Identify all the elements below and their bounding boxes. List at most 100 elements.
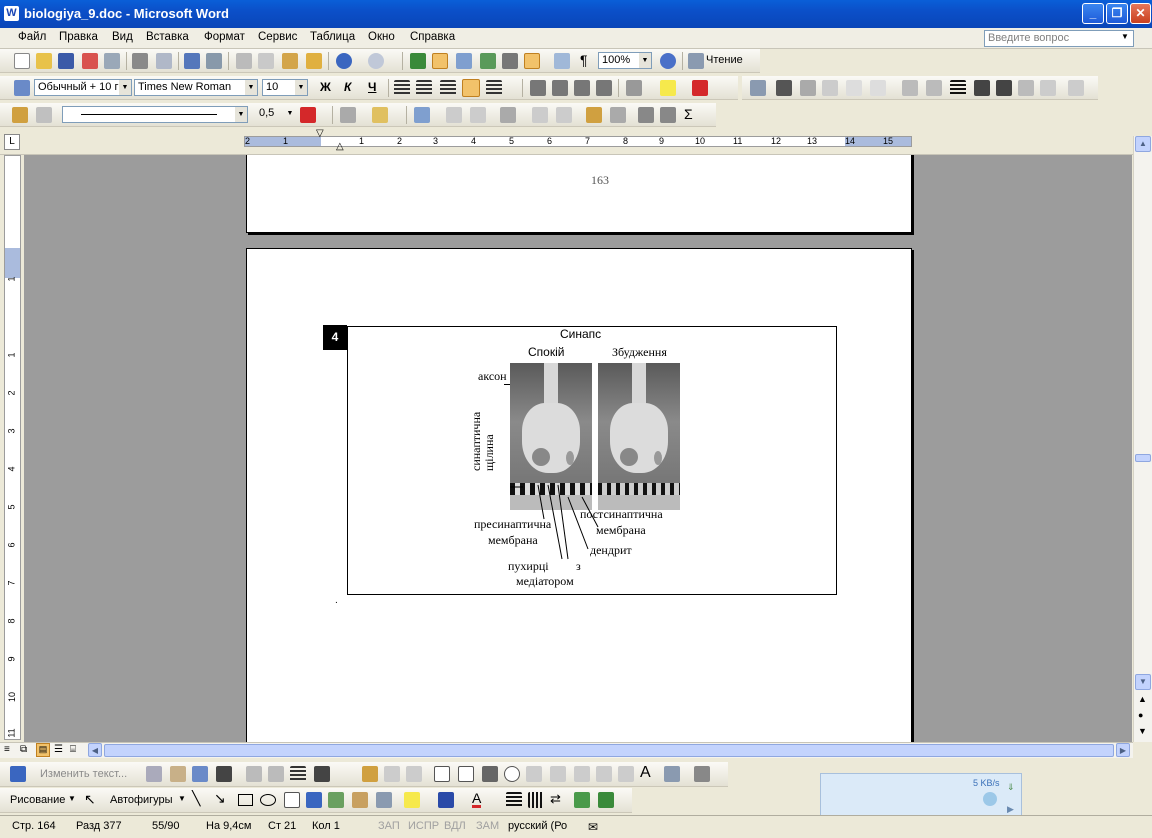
synapse-figure[interactable]: Синапс Спокій Збудження аксон синаптична… bbox=[347, 326, 837, 595]
vertical-scrollbar[interactable]: ▲ ▼ ▲ ● ▼ bbox=[1133, 136, 1152, 742]
email-icon[interactable] bbox=[104, 53, 120, 69]
autoformat-table-icon[interactable] bbox=[586, 107, 602, 123]
autoshapes-button[interactable]: Автофигуры bbox=[110, 794, 173, 806]
save-icon[interactable] bbox=[58, 53, 74, 69]
next-page-icon[interactable]: ▼ bbox=[1138, 726, 1147, 736]
less-contrast-icon[interactable] bbox=[822, 80, 838, 96]
distribute-rows-icon[interactable] bbox=[532, 107, 548, 123]
restore-button[interactable]: ❐ bbox=[1106, 3, 1128, 24]
tab-selector[interactable]: L bbox=[4, 134, 20, 150]
picture-tool-icon[interactable] bbox=[376, 792, 392, 808]
increase-indent-icon[interactable] bbox=[596, 80, 612, 96]
print-icon[interactable] bbox=[132, 53, 148, 69]
more-contrast-icon[interactable] bbox=[800, 80, 816, 96]
split-cells-icon[interactable] bbox=[470, 107, 486, 123]
menu-window[interactable]: Окно bbox=[368, 31, 395, 43]
zoom-combo[interactable]: 100% ▼ bbox=[598, 52, 652, 69]
spin-control-icon[interactable] bbox=[596, 766, 612, 782]
more-brightness-icon[interactable] bbox=[846, 80, 862, 96]
normal-view-icon[interactable]: ≡ bbox=[4, 744, 10, 755]
line-style-combo[interactable]: ▼ bbox=[62, 106, 248, 123]
menu-view[interactable]: Вид bbox=[112, 31, 133, 43]
clipart-tool-icon[interactable] bbox=[352, 792, 368, 808]
word-app-icon[interactable]: W bbox=[4, 6, 19, 21]
line-style-tool-icon[interactable] bbox=[506, 792, 522, 808]
wordart-vertical-icon[interactable] bbox=[268, 766, 284, 782]
format-wordart-icon[interactable] bbox=[170, 766, 186, 782]
menu-format[interactable]: Формат bbox=[204, 31, 245, 43]
drawing-icon[interactable] bbox=[524, 53, 540, 69]
scroll-left-button[interactable]: ◀ bbox=[88, 743, 102, 757]
numbering-icon[interactable] bbox=[530, 80, 546, 96]
tables-borders-icon[interactable] bbox=[432, 53, 448, 69]
menu-insert[interactable]: Вставка bbox=[146, 31, 189, 43]
view-code-icon[interactable] bbox=[406, 766, 422, 782]
wordart-tool-icon[interactable] bbox=[306, 792, 322, 808]
rectangle-tool-icon[interactable] bbox=[238, 794, 253, 806]
format-picture-icon[interactable] bbox=[1018, 80, 1034, 96]
page-current[interactable]: 4 Синапс Спокій Збудження аксон синаптич… bbox=[246, 248, 912, 742]
menu-edit[interactable]: Правка bbox=[59, 31, 98, 43]
status-track-changes[interactable]: ИСПР bbox=[408, 820, 439, 832]
help-question-input[interactable]: Введите вопрос bbox=[984, 30, 1134, 47]
arrow-style-icon[interactable]: ⇄ bbox=[550, 791, 561, 807]
status-record[interactable]: ЗАП bbox=[378, 820, 400, 832]
scrollbar-control-icon[interactable] bbox=[618, 766, 634, 782]
permission-icon[interactable] bbox=[82, 53, 98, 69]
styles-pane-icon[interactable] bbox=[14, 80, 30, 96]
decrease-indent-icon[interactable] bbox=[574, 80, 590, 96]
select-browse-object-icon[interactable]: ● bbox=[1138, 710, 1143, 720]
label-control-icon[interactable]: A bbox=[640, 764, 651, 782]
drawing-font-color-icon[interactable]: A bbox=[472, 791, 482, 808]
more-controls-icon[interactable] bbox=[694, 766, 710, 782]
compress-pictures-icon[interactable] bbox=[974, 80, 990, 96]
justify-icon[interactable] bbox=[462, 79, 480, 97]
border-color-icon[interactable] bbox=[300, 107, 316, 123]
align-center-icon[interactable] bbox=[416, 80, 432, 96]
oval-tool-icon[interactable] bbox=[260, 794, 276, 806]
research-icon[interactable] bbox=[206, 53, 222, 69]
vertical-ruler[interactable]: 1 1 2 3 4 5 6 7 8 9 10 11 bbox=[4, 155, 21, 740]
sort-descending-icon[interactable] bbox=[660, 107, 676, 123]
checkbox-control-icon[interactable] bbox=[434, 766, 450, 782]
paste-icon[interactable] bbox=[282, 53, 298, 69]
reading-view-icon[interactable]: ⌸ bbox=[70, 744, 76, 755]
bold-button[interactable]: Ж bbox=[320, 80, 331, 94]
cut-icon[interactable] bbox=[236, 53, 252, 69]
3d-style-icon[interactable] bbox=[598, 792, 614, 808]
outside-border-icon[interactable] bbox=[340, 107, 356, 123]
set-transparent-icon[interactable] bbox=[1040, 80, 1056, 96]
borders-icon[interactable] bbox=[626, 80, 642, 96]
italic-button[interactable]: К bbox=[344, 80, 351, 94]
redo-icon[interactable] bbox=[368, 53, 384, 69]
scroll-down-button[interactable]: ▼ bbox=[1135, 674, 1151, 690]
line-style-icon[interactable] bbox=[950, 80, 966, 96]
bullets-icon[interactable] bbox=[552, 80, 568, 96]
horizontal-ruler[interactable]: L 2 1 1 2 3 4 5 6 7 8 9 10 11 12 13 14 1… bbox=[0, 128, 1152, 155]
eraser-icon[interactable] bbox=[36, 107, 52, 123]
minimize-button[interactable]: _ bbox=[1082, 3, 1104, 24]
align-right-icon[interactable] bbox=[440, 80, 456, 96]
hyperlink-icon[interactable] bbox=[410, 53, 426, 69]
insert-excel-icon[interactable] bbox=[480, 53, 496, 69]
wordart-same-height-icon[interactable] bbox=[246, 766, 262, 782]
line-spacing-icon[interactable] bbox=[486, 80, 502, 96]
align-cell-icon[interactable] bbox=[500, 107, 516, 123]
close-button[interactable]: ✕ bbox=[1130, 3, 1151, 24]
listbox-control-icon[interactable] bbox=[526, 766, 542, 782]
undo-icon[interactable] bbox=[336, 53, 352, 69]
text-wrapping-icon[interactable] bbox=[996, 80, 1012, 96]
distribute-columns-icon[interactable] bbox=[556, 107, 572, 123]
menu-file[interactable]: Файл bbox=[18, 31, 46, 43]
reading-layout-button[interactable]: Чтение bbox=[706, 54, 743, 66]
insert-table-2-icon[interactable] bbox=[414, 107, 430, 123]
line-color-icon[interactable] bbox=[438, 792, 454, 808]
drawing-menu-arrow-icon[interactable]: ▼ bbox=[68, 794, 76, 803]
first-line-indent-marker[interactable]: ▽ bbox=[316, 128, 324, 139]
autosum-icon[interactable]: Σ bbox=[684, 106, 693, 122]
spelling-icon[interactable] bbox=[184, 53, 200, 69]
rotate-icon[interactable] bbox=[926, 80, 942, 96]
columns-icon[interactable] bbox=[502, 53, 518, 69]
shadow-style-icon[interactable] bbox=[574, 792, 590, 808]
wordart-align-icon[interactable] bbox=[290, 766, 306, 782]
